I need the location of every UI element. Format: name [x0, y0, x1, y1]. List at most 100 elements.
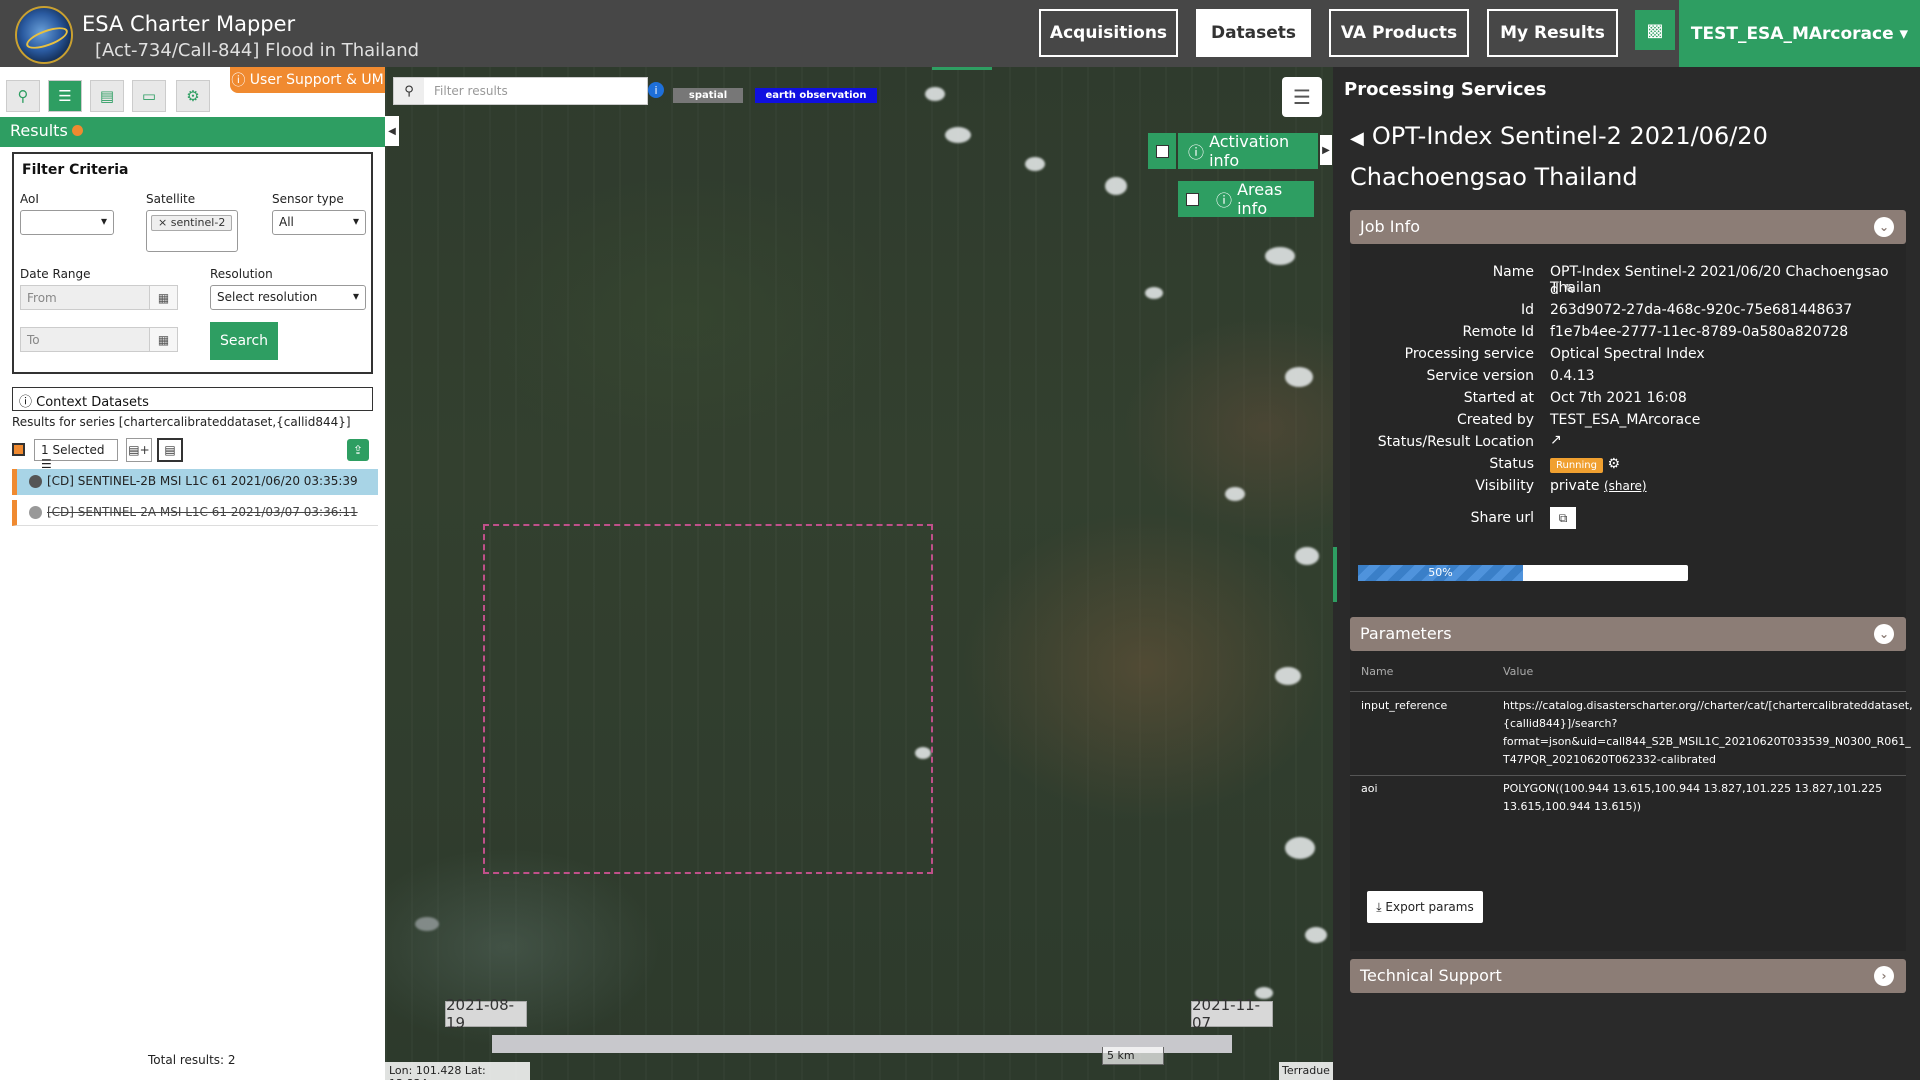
user-menu-button[interactable]: TEST_ESA_MArcorace ▾	[1679, 0, 1920, 67]
chevron-down-icon[interactable]: ⌄	[1874, 217, 1894, 237]
list-icon[interactable]: ☰	[48, 80, 82, 112]
satellite-field[interactable]: × sentinel-2	[146, 210, 238, 252]
parameters-header[interactable]: Parameters ⌄	[1350, 617, 1906, 651]
select-all-checkbox[interactable]	[12, 443, 25, 456]
settings-icon[interactable]: ⚙	[176, 80, 210, 112]
remote-id-value: f1e7b4ee-2777-11ec-8789-0a580a820728	[1550, 324, 1849, 340]
resolution-select[interactable]: Select resolution	[210, 285, 366, 310]
job-progress-bar: 50%	[1358, 565, 1688, 581]
cloud	[1225, 487, 1245, 501]
copy-icon[interactable]: ⧉	[1550, 507, 1576, 529]
started-at-value: Oct 7th 2021 16:08	[1550, 390, 1687, 406]
date-from-input[interactable]: From ▦	[20, 285, 178, 310]
selected-count-button[interactable]: 1 Selected ☰	[34, 439, 118, 471]
nav-my-results[interactable]: My Results	[1487, 9, 1618, 57]
date-from-placeholder: From	[27, 291, 57, 305]
gear-icon[interactable]: ⚙	[1607, 456, 1620, 472]
param-value-line: {callid844}]/search?	[1503, 717, 1618, 730]
cloud	[1265, 247, 1295, 265]
search-icon[interactable]: ⚲	[6, 80, 40, 112]
selected-count-label: 1 Selected	[41, 443, 105, 457]
collapse-left-panel-icon[interactable]: ◀	[385, 116, 399, 146]
list-item[interactable]: [CD] SENTINEL-2B MSI L1C 61 2021/06/20 0…	[12, 469, 378, 495]
satellite-chip[interactable]: × sentinel-2	[151, 215, 233, 231]
expand-arrow-icon[interactable]: ▶	[1320, 135, 1332, 165]
chevron-right-icon[interactable]: ›	[1874, 966, 1894, 986]
timeline-end-date: 2021-11-07	[1191, 996, 1273, 1032]
activation-info-button[interactable]: ⓘ Activation info	[1178, 132, 1318, 170]
aoi-label: AoI	[20, 192, 39, 206]
date-range-label: Date Range	[20, 267, 91, 281]
visibility-key: Visibility	[1475, 478, 1534, 494]
params-col-value: Value	[1503, 665, 1534, 678]
map-attribution: Terradue	[1279, 1062, 1333, 1080]
service-version-value: 0.4.13	[1550, 368, 1595, 384]
technical-support-header[interactable]: Technical Support ›	[1350, 959, 1906, 993]
briefcase-icon[interactable]: ▩	[1635, 10, 1675, 50]
calendar-icon[interactable]: ▦	[149, 286, 177, 309]
globe-icon	[29, 506, 42, 519]
tag-spatial[interactable]: spatial	[673, 88, 743, 103]
sensor-type-select[interactable]: All	[272, 210, 366, 235]
context-datasets-label: Context Datasets	[36, 395, 149, 410]
visibility-value: private (share)	[1550, 478, 1647, 494]
nav-datasets[interactable]: Datasets	[1196, 9, 1311, 57]
archive-icon[interactable]: ▭	[132, 80, 166, 112]
cloud	[1285, 837, 1315, 859]
context-datasets-box[interactable]: ⓘ Context Datasets	[12, 387, 373, 411]
activation-info-label: Activation info	[1209, 132, 1290, 170]
user-support-button[interactable]: ⓘ User Support & UM	[230, 67, 385, 93]
job-info-label: Job Info	[1360, 217, 1421, 236]
created-by-value: TEST_ESA_MArcorace	[1550, 412, 1701, 428]
list-item-label: [CD] SENTINEL-2B MSI L1C 61 2021/06/20 0…	[47, 474, 358, 488]
cloud	[1145, 287, 1163, 299]
rss-icon[interactable]	[71, 125, 83, 136]
param-value-line: POLYGON((100.944 13.615,100.944 13.827,1…	[1503, 782, 1883, 795]
top-bar: ESA Charter Mapper [Act-734/Call-844] Fl…	[0, 0, 1920, 67]
list-item[interactable]: [CD] SENTINEL-2A MSI L1C 61 2021/03/07 0…	[12, 500, 378, 526]
started-at-key: Started at	[1463, 390, 1534, 406]
nav-acquisitions[interactable]: Acquisitions	[1039, 9, 1178, 57]
map-filter-input[interactable]: ⚲ Filter results	[393, 77, 648, 105]
list-item-label: [CD] SENTINEL-2A MSI L1C 61 2021/03/07 0…	[47, 505, 358, 519]
job-info-header[interactable]: Job Info ⌄	[1350, 210, 1906, 244]
layers-icon[interactable]: ☰	[1282, 77, 1322, 117]
total-results: Total results: 2	[148, 1053, 236, 1067]
sensor-type-label: Sensor type	[272, 192, 344, 206]
date-to-placeholder: To	[27, 333, 40, 347]
job-title-text: OPT-Index Sentinel-2 2021/06/20 Chachoen…	[1350, 122, 1768, 191]
search-button[interactable]: Search	[210, 322, 278, 360]
back-icon[interactable]: ◀	[1350, 120, 1364, 158]
cloud	[1285, 367, 1313, 387]
info-icon[interactable]: i	[648, 82, 664, 98]
calendar-icon[interactable]: ▦	[149, 328, 177, 351]
share-link[interactable]: (share)	[1604, 479, 1647, 493]
coordinates-readout: Lon: 101.428 Lat: 13.834	[385, 1062, 530, 1080]
basket-icon[interactable]: ▤	[157, 438, 183, 462]
panel-resize-handle[interactable]	[1333, 547, 1337, 602]
job-id-value: 263d9072-27da-468c-920c-75e681448637	[1550, 302, 1853, 318]
nav-va-products[interactable]: VA Products	[1329, 9, 1469, 57]
visibility-text: private	[1550, 478, 1600, 494]
pencil-icon[interactable]: ✎	[1563, 282, 1575, 298]
date-to-input[interactable]: To ▦	[20, 327, 178, 352]
status-badge: Running	[1550, 458, 1603, 473]
external-link-icon[interactable]: ↗	[1550, 432, 1562, 448]
add-to-basket-icon[interactable]: ▤+	[126, 438, 152, 462]
aoi-select[interactable]	[20, 210, 114, 235]
tag-earth-observation[interactable]: earth observation	[755, 88, 877, 103]
job-id-key: Id	[1520, 302, 1534, 318]
share-icon[interactable]: ⇪	[347, 439, 369, 461]
chevron-down-icon[interactable]: ⌄	[1874, 624, 1894, 644]
areas-info-checkbox[interactable]	[1178, 181, 1206, 217]
aoi-rectangle[interactable]	[483, 524, 933, 874]
user-support-label: User Support & UM	[249, 72, 384, 88]
map-view[interactable]: ⚲ Filter results i spatial earth observa…	[385, 67, 1333, 1080]
activation-info-checkbox[interactable]	[1148, 133, 1176, 169]
param-value-line: T47PQR_20210620T062332-calibrated	[1503, 753, 1717, 766]
basket-icon[interactable]: ▤	[90, 80, 124, 112]
areas-info-button[interactable]: ⓘ Areas info	[1206, 180, 1314, 218]
map-top-indicator	[932, 67, 992, 70]
job-progress-fill: 50%	[1358, 565, 1523, 581]
export-params-button[interactable]: ⤓ Export params	[1367, 891, 1483, 923]
